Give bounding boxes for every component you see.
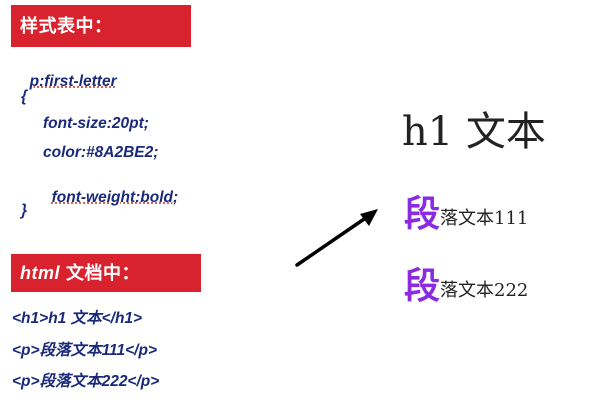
css-font-weight-text: font-weight:bold; — [51, 188, 179, 206]
arrow-up-right-icon — [295, 209, 378, 267]
css-code-line-selector: p:first-letter — [21, 58, 117, 89]
preview-paragraph-1-text: 落文本111 — [440, 208, 529, 229]
css-code-line-font-weight: font-weight:bold; — [43, 174, 179, 206]
css-code-line-font-size: font-size:20pt; — [43, 115, 149, 132]
preview-paragraph-1: 段落文本111 — [404, 196, 528, 232]
html-code-line-p1: <p>段落文本111</p> — [12, 342, 158, 359]
html-section-label-keyword: html — [20, 263, 60, 283]
preview-paragraph-2-first-letter: 段 — [404, 265, 441, 307]
html-code-line-h1: <h1>h1 文本</h1> — [12, 310, 143, 327]
preview-paragraph-2-text: 落文本222 — [440, 280, 529, 301]
html-section-label: html 文档中： — [11, 254, 201, 292]
preview-heading: h1 文本 — [402, 109, 546, 155]
html-section-label-text: 文档中： — [66, 263, 140, 283]
css-code-line-close-brace: } — [21, 202, 28, 219]
css-code-line-open-brace: { — [21, 88, 28, 105]
preview-paragraph-1-first-letter: 段 — [404, 193, 441, 235]
preview-paragraph-2: 段落文本222 — [404, 268, 528, 304]
css-selector-text: p:first-letter — [29, 72, 117, 90]
css-code-line-color: color:#8A2BE2; — [43, 144, 159, 161]
html-code-line-p2: <p>段落文本222</p> — [12, 373, 160, 390]
stylesheet-section-label-text: 样式表中： — [20, 16, 113, 36]
stylesheet-section-label: 样式表中： — [11, 5, 191, 47]
